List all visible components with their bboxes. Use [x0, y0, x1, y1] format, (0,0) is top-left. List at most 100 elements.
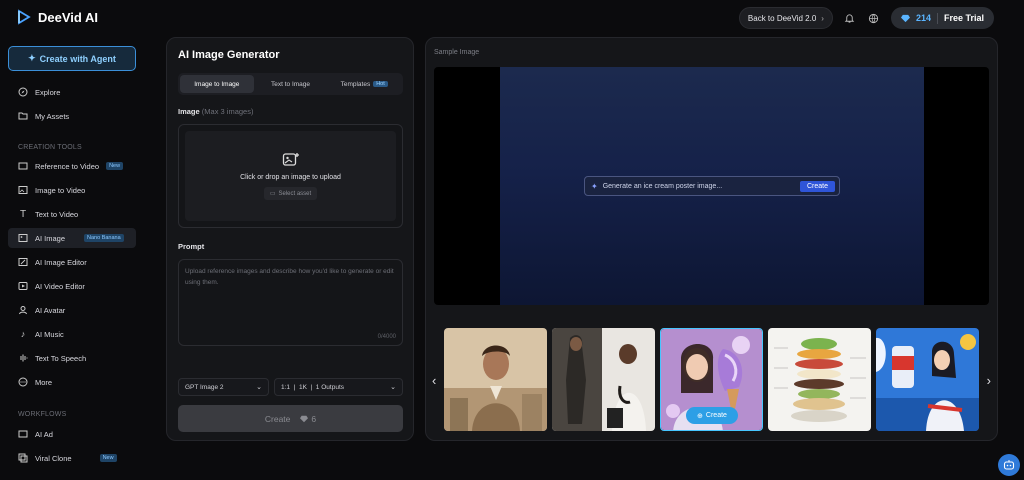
sidebar-item-label: AI Ad: [35, 429, 53, 439]
credits-badge[interactable]: 214 Free Trial: [890, 7, 994, 29]
sidebar-item-label: Text to Video: [35, 209, 79, 219]
diamond-icon: [300, 415, 309, 422]
app: DeeVid AI Back to DeeVid 2.0 › 214 Free …: [0, 0, 1024, 480]
image-label: Image: [178, 107, 200, 116]
logo-icon: [18, 9, 31, 25]
tab-label: Templates: [340, 80, 371, 88]
help-button[interactable]: [998, 454, 1020, 476]
bell-icon[interactable]: [843, 11, 857, 25]
sidebar-item-reference-to-video[interactable]: Reference to Video New: [8, 156, 136, 176]
select-asset-button[interactable]: ▭ Select asset: [263, 187, 318, 200]
sidebar-item-label: AI Image Editor: [35, 257, 87, 267]
tab-templates[interactable]: Templates Hot: [327, 75, 401, 93]
sample-thumb-1[interactable]: [444, 328, 547, 431]
sidebar-item-label: AI Music: [35, 329, 64, 339]
model-select[interactable]: GPT Image 2 ⌄: [178, 378, 269, 396]
thumb-image: [768, 328, 871, 431]
globe-icon[interactable]: [867, 11, 881, 25]
sidebar-item-label: AI Avatar: [35, 305, 66, 315]
sample-thumb-5[interactable]: [876, 328, 979, 431]
sidebar-item-explore[interactable]: Explore: [8, 82, 136, 102]
free-trial-link[interactable]: Free Trial: [944, 13, 984, 23]
sidebar-item-text-to-speech[interactable]: Text To Speech: [8, 348, 136, 368]
thumb-create-label: Create: [705, 412, 727, 419]
mode-tabs: Image to Image Text to Image Templates H…: [178, 73, 403, 95]
generator-panel: AI Image Generator Image to Image Text t…: [166, 37, 414, 441]
sidebar-item-viral-clone[interactable]: Viral Clone New: [8, 448, 136, 468]
create-label: Create: [264, 413, 291, 424]
app-name: DeeVid AI: [38, 9, 98, 25]
chevron-down-icon: ⌄: [390, 384, 396, 391]
tab-text-to-image[interactable]: Text to Image: [254, 75, 328, 93]
back-label: Back to DeeVid 2.0: [747, 13, 817, 23]
chat-bot-icon: [1003, 460, 1015, 470]
tab-image-to-image[interactable]: Image to Image: [180, 75, 254, 93]
options-value: 1:1 | 1K | 1 Outputs: [281, 383, 344, 391]
sidebar-item-label: Viral Clone: [35, 453, 72, 463]
sparkle-icon: ✦: [28, 53, 36, 63]
image-field-label: Image (Max 3 images): [178, 107, 253, 116]
ad-icon: [18, 429, 28, 439]
prompt-label: Prompt: [178, 242, 205, 251]
waveform-icon: [18, 353, 28, 363]
image-edit-icon: [18, 257, 28, 267]
sample-thumb-3[interactable]: ⊕ Create: [660, 328, 763, 431]
sidebar-item-label: More: [35, 377, 53, 387]
sidebar-item-label: Text To Speech: [35, 353, 87, 363]
cost-group: 6: [300, 414, 316, 424]
image-sub-label: (Max 3 images): [201, 107, 254, 116]
thumb-image: [552, 328, 655, 431]
sidebar-item-label: AI Image: [35, 233, 66, 243]
prompt-placeholder: Upload reference images and describe how…: [185, 268, 394, 286]
nano-banana-badge: Nano Banana: [84, 234, 124, 242]
sidebar: ✦ Create with Agent Explore My Assets CR…: [0, 40, 150, 480]
section-creation-tools: CREATION TOOLS: [18, 144, 82, 151]
new-badge: New: [99, 454, 117, 462]
image-upload-dropzone[interactable]: Click or drop an image to upload ▭ Selec…: [178, 124, 403, 228]
create-button[interactable]: Create 6: [178, 405, 403, 432]
sidebar-item-ai-ad[interactable]: AI Ad: [8, 424, 136, 444]
output-options-select[interactable]: 1:1 | 1K | 1 Outputs ⌄: [274, 378, 403, 396]
sidebar-item-label: Reference to Video: [35, 161, 100, 171]
char-counter: 0/4000: [377, 334, 396, 340]
hot-badge: Hot: [373, 81, 388, 87]
folder-icon: [18, 111, 28, 121]
sidebar-item-ai-music[interactable]: ♪ AI Music: [8, 324, 136, 344]
sparkle-icon: ✦: [591, 181, 598, 191]
music-icon: ♪: [20, 329, 26, 339]
sidebar-item-label: Image to Video: [35, 185, 86, 195]
sidebar-item-my-assets[interactable]: My Assets: [8, 106, 136, 126]
sidebar-item-text-to-video[interactable]: T Text to Video: [8, 204, 136, 224]
video-edit-icon: [18, 281, 28, 291]
sidebar-item-image-to-video[interactable]: Image to Video: [8, 180, 136, 200]
logo[interactable]: DeeVid AI: [16, 9, 98, 25]
model-value: GPT Image 2: [185, 383, 224, 391]
new-badge: New: [106, 162, 124, 170]
sample-panel: Sample Image ✦ Generate an ice cream pos…: [425, 37, 998, 441]
upload-instructions: Click or drop an image to upload: [240, 174, 341, 181]
sidebar-item-label: Explore: [35, 87, 61, 97]
prompt-textarea[interactable]: Upload reference images and describe how…: [178, 259, 403, 346]
create-with-agent-button[interactable]: ✦ Create with Agent: [8, 46, 136, 71]
sidebar-item-ai-video-editor[interactable]: AI Video Editor: [8, 276, 136, 296]
carousel-prev-icon[interactable]: ‹: [432, 373, 436, 388]
sidebar-item-ai-avatar[interactable]: AI Avatar: [8, 300, 136, 320]
thumb-create-button[interactable]: ⊕ Create: [686, 407, 738, 424]
carousel-next-icon[interactable]: ›: [987, 373, 991, 388]
text-icon: T: [19, 208, 27, 220]
image-video-icon: [18, 185, 28, 195]
sample-thumb-4[interactable]: [768, 328, 871, 431]
sidebar-item-ai-image[interactable]: AI Image Nano Banana: [8, 228, 136, 248]
back-to-deevid-button[interactable]: Back to DeeVid 2.0 ›: [738, 7, 833, 29]
asset-icon: ▭: [269, 191, 276, 197]
sample-thumb-2[interactable]: [552, 328, 655, 431]
sidebar-item-more[interactable]: More: [8, 372, 136, 392]
sample-thumbnails: ⊕ Create: [444, 328, 984, 431]
upload-image-icon: [282, 153, 299, 166]
sidebar-item-ai-image-editor[interactable]: AI Image Editor: [8, 252, 136, 272]
chevron-right-icon: ›: [821, 13, 824, 23]
upload-inner: Click or drop an image to upload ▭ Selec…: [185, 131, 396, 221]
thumb-image: [444, 328, 547, 431]
credits-count: 214: [915, 13, 931, 23]
avatar-icon: [18, 305, 28, 315]
